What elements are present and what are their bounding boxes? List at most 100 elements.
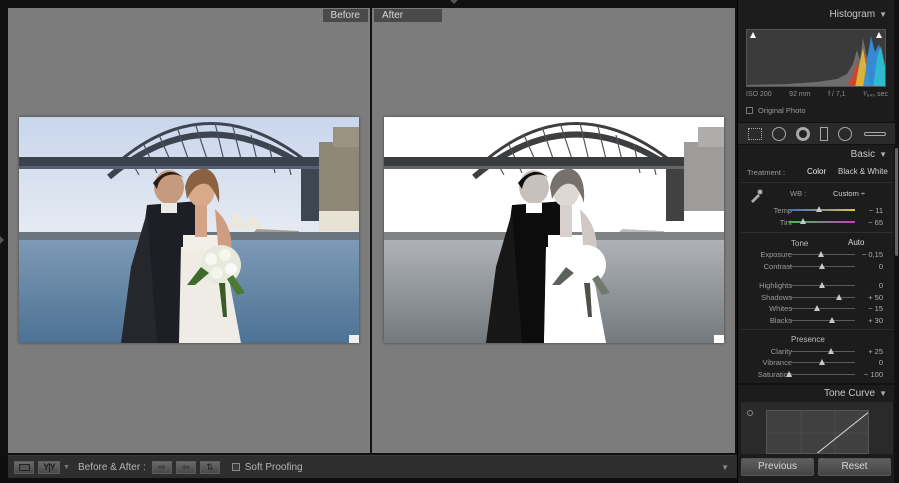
slider-value[interactable]: + 25: [868, 347, 883, 356]
slider-value[interactable]: 0: [879, 262, 883, 271]
crop-overlay-icon[interactable]: [748, 128, 762, 140]
treatment-label: Treatment :: [747, 168, 786, 177]
slider-value[interactable]: − 0,15: [862, 250, 883, 259]
slider-label: Vibrance: [762, 358, 792, 367]
loupe-view-button[interactable]: [14, 460, 34, 474]
collapse-triangle-icon: ▼: [879, 389, 887, 398]
view-mode-caret-icon[interactable]: ▼: [63, 464, 70, 471]
before-after-label: Before & After :: [77, 461, 146, 473]
graduated-filter-icon[interactable]: [820, 127, 828, 141]
copy-after-to-before-button[interactable]: ⇦: [175, 460, 196, 474]
top-panel-toggle-icon[interactable]: [450, 0, 458, 4]
reset-button[interactable]: Reset: [818, 458, 891, 476]
tone-label: Tone: [791, 239, 809, 248]
tone-curve-title: Tone Curve: [823, 388, 876, 399]
red-eye-icon[interactable]: [796, 127, 810, 141]
slider-value[interactable]: − 65: [868, 218, 883, 227]
treatment-color-option[interactable]: Color: [807, 167, 826, 176]
copy-before-to-after-button[interactable]: ⇨: [151, 460, 172, 474]
after-pane: After: [372, 8, 735, 453]
slider-thumb[interactable]: [786, 371, 792, 377]
soft-proofing-label: Soft Proofing: [244, 461, 303, 473]
compare-view: Before After: [0, 0, 737, 455]
toolbar-menu-caret-icon[interactable]: ▼: [721, 463, 729, 472]
targeted-adjustment-icon[interactable]: [747, 410, 753, 416]
aperture-value: f / 7,1: [828, 91, 846, 98]
slider-label: Shadows: [761, 293, 792, 302]
wb-select[interactable]: Custom ÷: [833, 189, 865, 198]
original-photo-checkbox[interactable]: [746, 107, 753, 114]
swap-icon: ⇅: [205, 461, 214, 472]
before-label: Before: [322, 9, 368, 22]
histogram-graph[interactable]: [746, 29, 886, 87]
before-pane: Before: [8, 8, 370, 453]
slider-label: Contrast: [763, 262, 792, 271]
tool-strip: [738, 122, 895, 145]
slider-thumb[interactable]: [819, 263, 825, 269]
original-photo-label: Original Photo: [758, 106, 806, 115]
scroll-thumb[interactable]: [895, 148, 898, 256]
collapse-triangle-icon: ▼: [879, 150, 887, 159]
slider-label: Highlights: [759, 281, 792, 290]
develop-right-panel: Histogram ▼ ISO 200 92 mm f / 7,1 ¹⁄₆₄₀ s…: [737, 0, 899, 483]
slider-value[interactable]: + 50: [868, 293, 883, 302]
soft-proofing-checkbox[interactable]: [231, 463, 240, 471]
slider-thumb[interactable]: [817, 251, 824, 257]
slider-thumb[interactable]: [814, 305, 821, 311]
iso-value: ISO 200: [746, 91, 772, 98]
loupe-icon: [18, 463, 30, 471]
slider-value[interactable]: − 11: [869, 206, 883, 215]
arrow-right-icon: ⇨: [157, 461, 166, 472]
previous-button[interactable]: Previous: [741, 458, 814, 476]
basic-panel: Treatment : Color Black & White WB : Cus…: [738, 162, 895, 382]
slider-label: Exposure: [760, 250, 792, 259]
histogram-header[interactable]: Histogram ▼: [738, 6, 895, 24]
slider-thumb[interactable]: [828, 317, 835, 323]
slider-thumb[interactable]: [799, 218, 806, 224]
shutter-value: ¹⁄₆₄₀ sec: [863, 91, 888, 98]
left-panel-toggle-icon[interactable]: [0, 236, 4, 244]
slider-thumb[interactable]: [827, 348, 834, 354]
tone-curve-panel: [741, 402, 893, 454]
wedding-photo-image: [384, 117, 724, 343]
wb-dropper-icon[interactable]: [749, 189, 763, 203]
wb-label: WB :: [790, 189, 807, 198]
histogram-title: Histogram: [829, 9, 876, 20]
treatment-bw-option[interactable]: Black & White: [838, 167, 888, 176]
slider-thumb[interactable]: [819, 359, 825, 365]
spot-removal-icon[interactable]: [772, 127, 786, 141]
slider-value[interactable]: + 30: [868, 316, 883, 325]
original-photo-toggle[interactable]: Original Photo: [746, 106, 806, 115]
wedding-photo-image: [19, 117, 359, 343]
slider-value[interactable]: 0: [879, 281, 883, 290]
panel-bottom-buttons: Previous Reset: [738, 458, 895, 476]
after-photo[interactable]: [384, 117, 724, 343]
highlight-clipping-icon[interactable]: [876, 32, 882, 38]
before-photo[interactable]: [19, 117, 359, 343]
focal-length-value: 92 mm: [789, 91, 811, 98]
collapse-triangle-icon: ▼: [879, 10, 887, 19]
adjustment-brush-icon[interactable]: [864, 132, 886, 136]
before-after-view-button[interactable]: Y|Y: [38, 460, 60, 474]
slider-value[interactable]: 0: [879, 358, 883, 367]
shadow-clipping-icon[interactable]: [750, 32, 756, 38]
compare-toolbar: Y|Y ▼ Before & After : ⇨ ⇦ ⇅ Soft Proofi…: [8, 455, 737, 478]
histogram-exif: ISO 200 92 mm f / 7,1 ¹⁄₆₄₀ sec: [746, 91, 888, 98]
slider-value[interactable]: − 100: [864, 370, 883, 379]
tone-curve-graph[interactable]: [766, 410, 869, 454]
auto-tone-button[interactable]: Auto: [848, 238, 864, 247]
histogram-curves: [747, 36, 885, 86]
slider-thumb[interactable]: [816, 206, 823, 212]
presence-label: Presence: [791, 335, 825, 344]
tone-curve-line: [767, 411, 868, 453]
tone-curve-header[interactable]: Tone Curve ▼: [738, 385, 895, 403]
slider-thumb[interactable]: [819, 282, 825, 288]
slider-thumb[interactable]: [835, 294, 842, 300]
after-label: After: [374, 9, 442, 22]
swap-before-after-button[interactable]: ⇅: [199, 460, 220, 474]
slider-value[interactable]: − 15: [868, 304, 883, 313]
radial-filter-icon[interactable]: [838, 127, 852, 141]
basic-title: Basic: [850, 149, 876, 160]
arrow-left-icon: ⇦: [181, 461, 190, 472]
before-after-icon: Y|Y: [43, 462, 55, 472]
